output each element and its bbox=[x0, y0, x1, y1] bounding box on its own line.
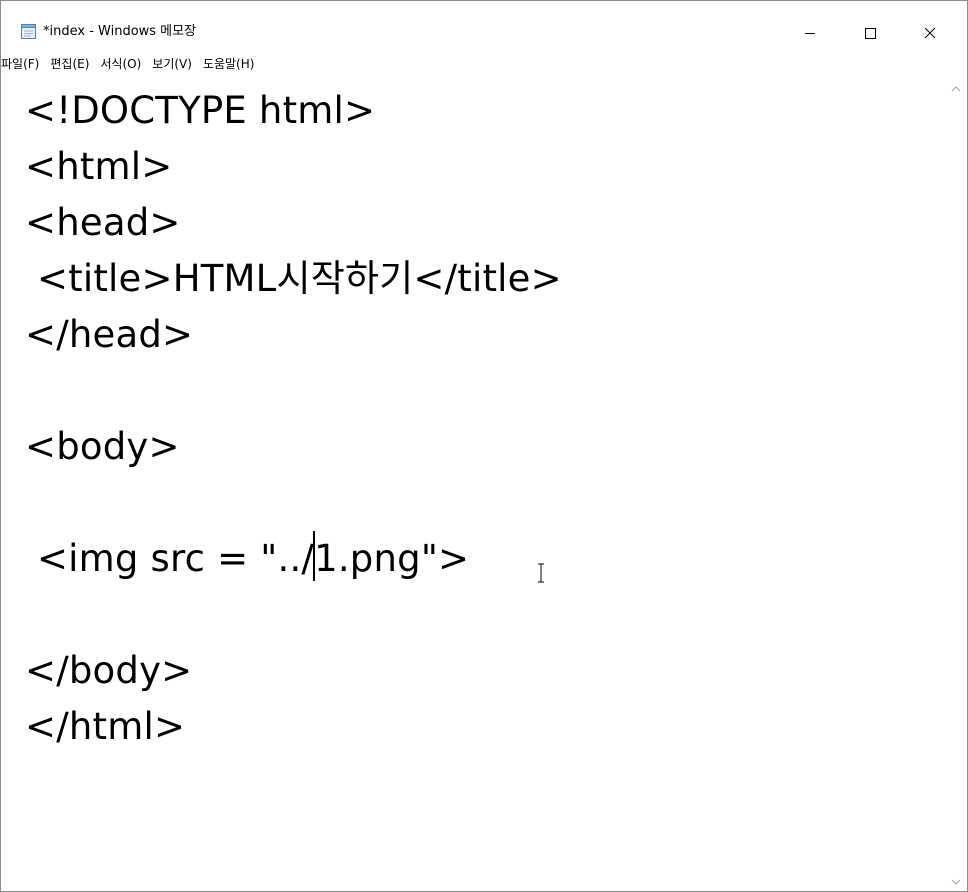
title-bar[interactable]: *index - Windows 메모장 bbox=[1, 1, 967, 41]
editor-line: <!DOCTYPE html> bbox=[25, 89, 376, 132]
scroll-down-button[interactable] bbox=[945, 874, 967, 890]
notepad-icon bbox=[20, 23, 37, 40]
menu-edit[interactable]: 편집(E) bbox=[46, 53, 93, 75]
text-cursor-icon bbox=[535, 562, 547, 584]
scroll-up-button[interactable] bbox=[945, 81, 967, 97]
minimize-icon bbox=[804, 24, 816, 43]
menu-bar: 파일(F) 편집(E) 서식(O) 보기(V) 도움말(H) bbox=[1, 53, 967, 75]
editor-line: <body> bbox=[25, 425, 180, 468]
notepad-window: *index - Windows 메모장 파일(F) 편집(E) 서식(O) 보… bbox=[0, 0, 968, 892]
menu-file[interactable]: 파일(F) bbox=[1, 53, 43, 75]
window-title: *index - Windows 메모장 bbox=[43, 24, 197, 39]
close-button[interactable] bbox=[907, 13, 953, 53]
maximize-icon bbox=[864, 24, 876, 43]
caret-line-after: 1.png"> bbox=[314, 537, 470, 580]
minimize-button[interactable] bbox=[787, 13, 833, 53]
chevron-up-icon bbox=[945, 82, 967, 101]
editor-line-with-caret: <img src = "../1.png"> bbox=[25, 531, 469, 587]
chevron-down-icon bbox=[945, 875, 967, 891]
menu-help[interactable]: 도움말(H) bbox=[199, 53, 259, 75]
editor-line: <head> bbox=[25, 201, 181, 244]
editor-line: <title>HTML시작하기</title> bbox=[25, 257, 562, 300]
editor-line: </html> bbox=[25, 705, 186, 748]
menu-view[interactable]: 보기(V) bbox=[148, 53, 196, 75]
editor-line: </head> bbox=[25, 313, 194, 356]
text-editor[interactable]: <!DOCTYPE html> <html> <head> <title>HTM… bbox=[1, 77, 945, 891]
editor-line: <html> bbox=[25, 145, 173, 188]
editor-line: </body> bbox=[25, 649, 193, 692]
close-icon bbox=[924, 24, 936, 43]
caret-line-before: <img src = "../ bbox=[25, 537, 315, 580]
vertical-scrollbar[interactable] bbox=[945, 77, 967, 891]
menu-format[interactable]: 서식(O) bbox=[96, 53, 145, 75]
maximize-button[interactable] bbox=[847, 13, 893, 53]
